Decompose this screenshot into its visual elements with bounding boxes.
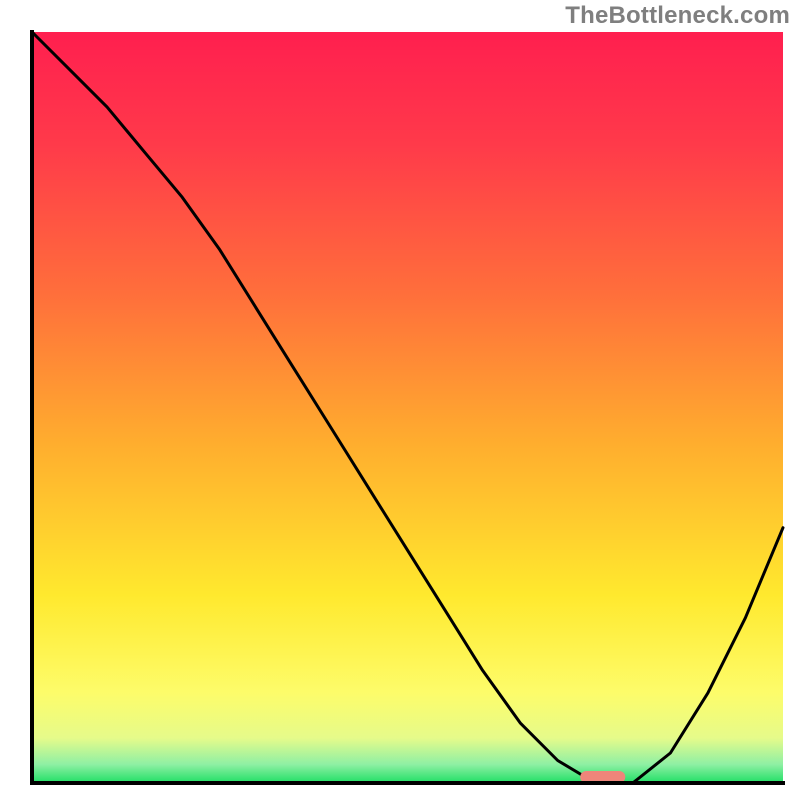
chart-container: TheBottleneck.com	[0, 0, 800, 800]
chart-svg	[0, 0, 800, 800]
